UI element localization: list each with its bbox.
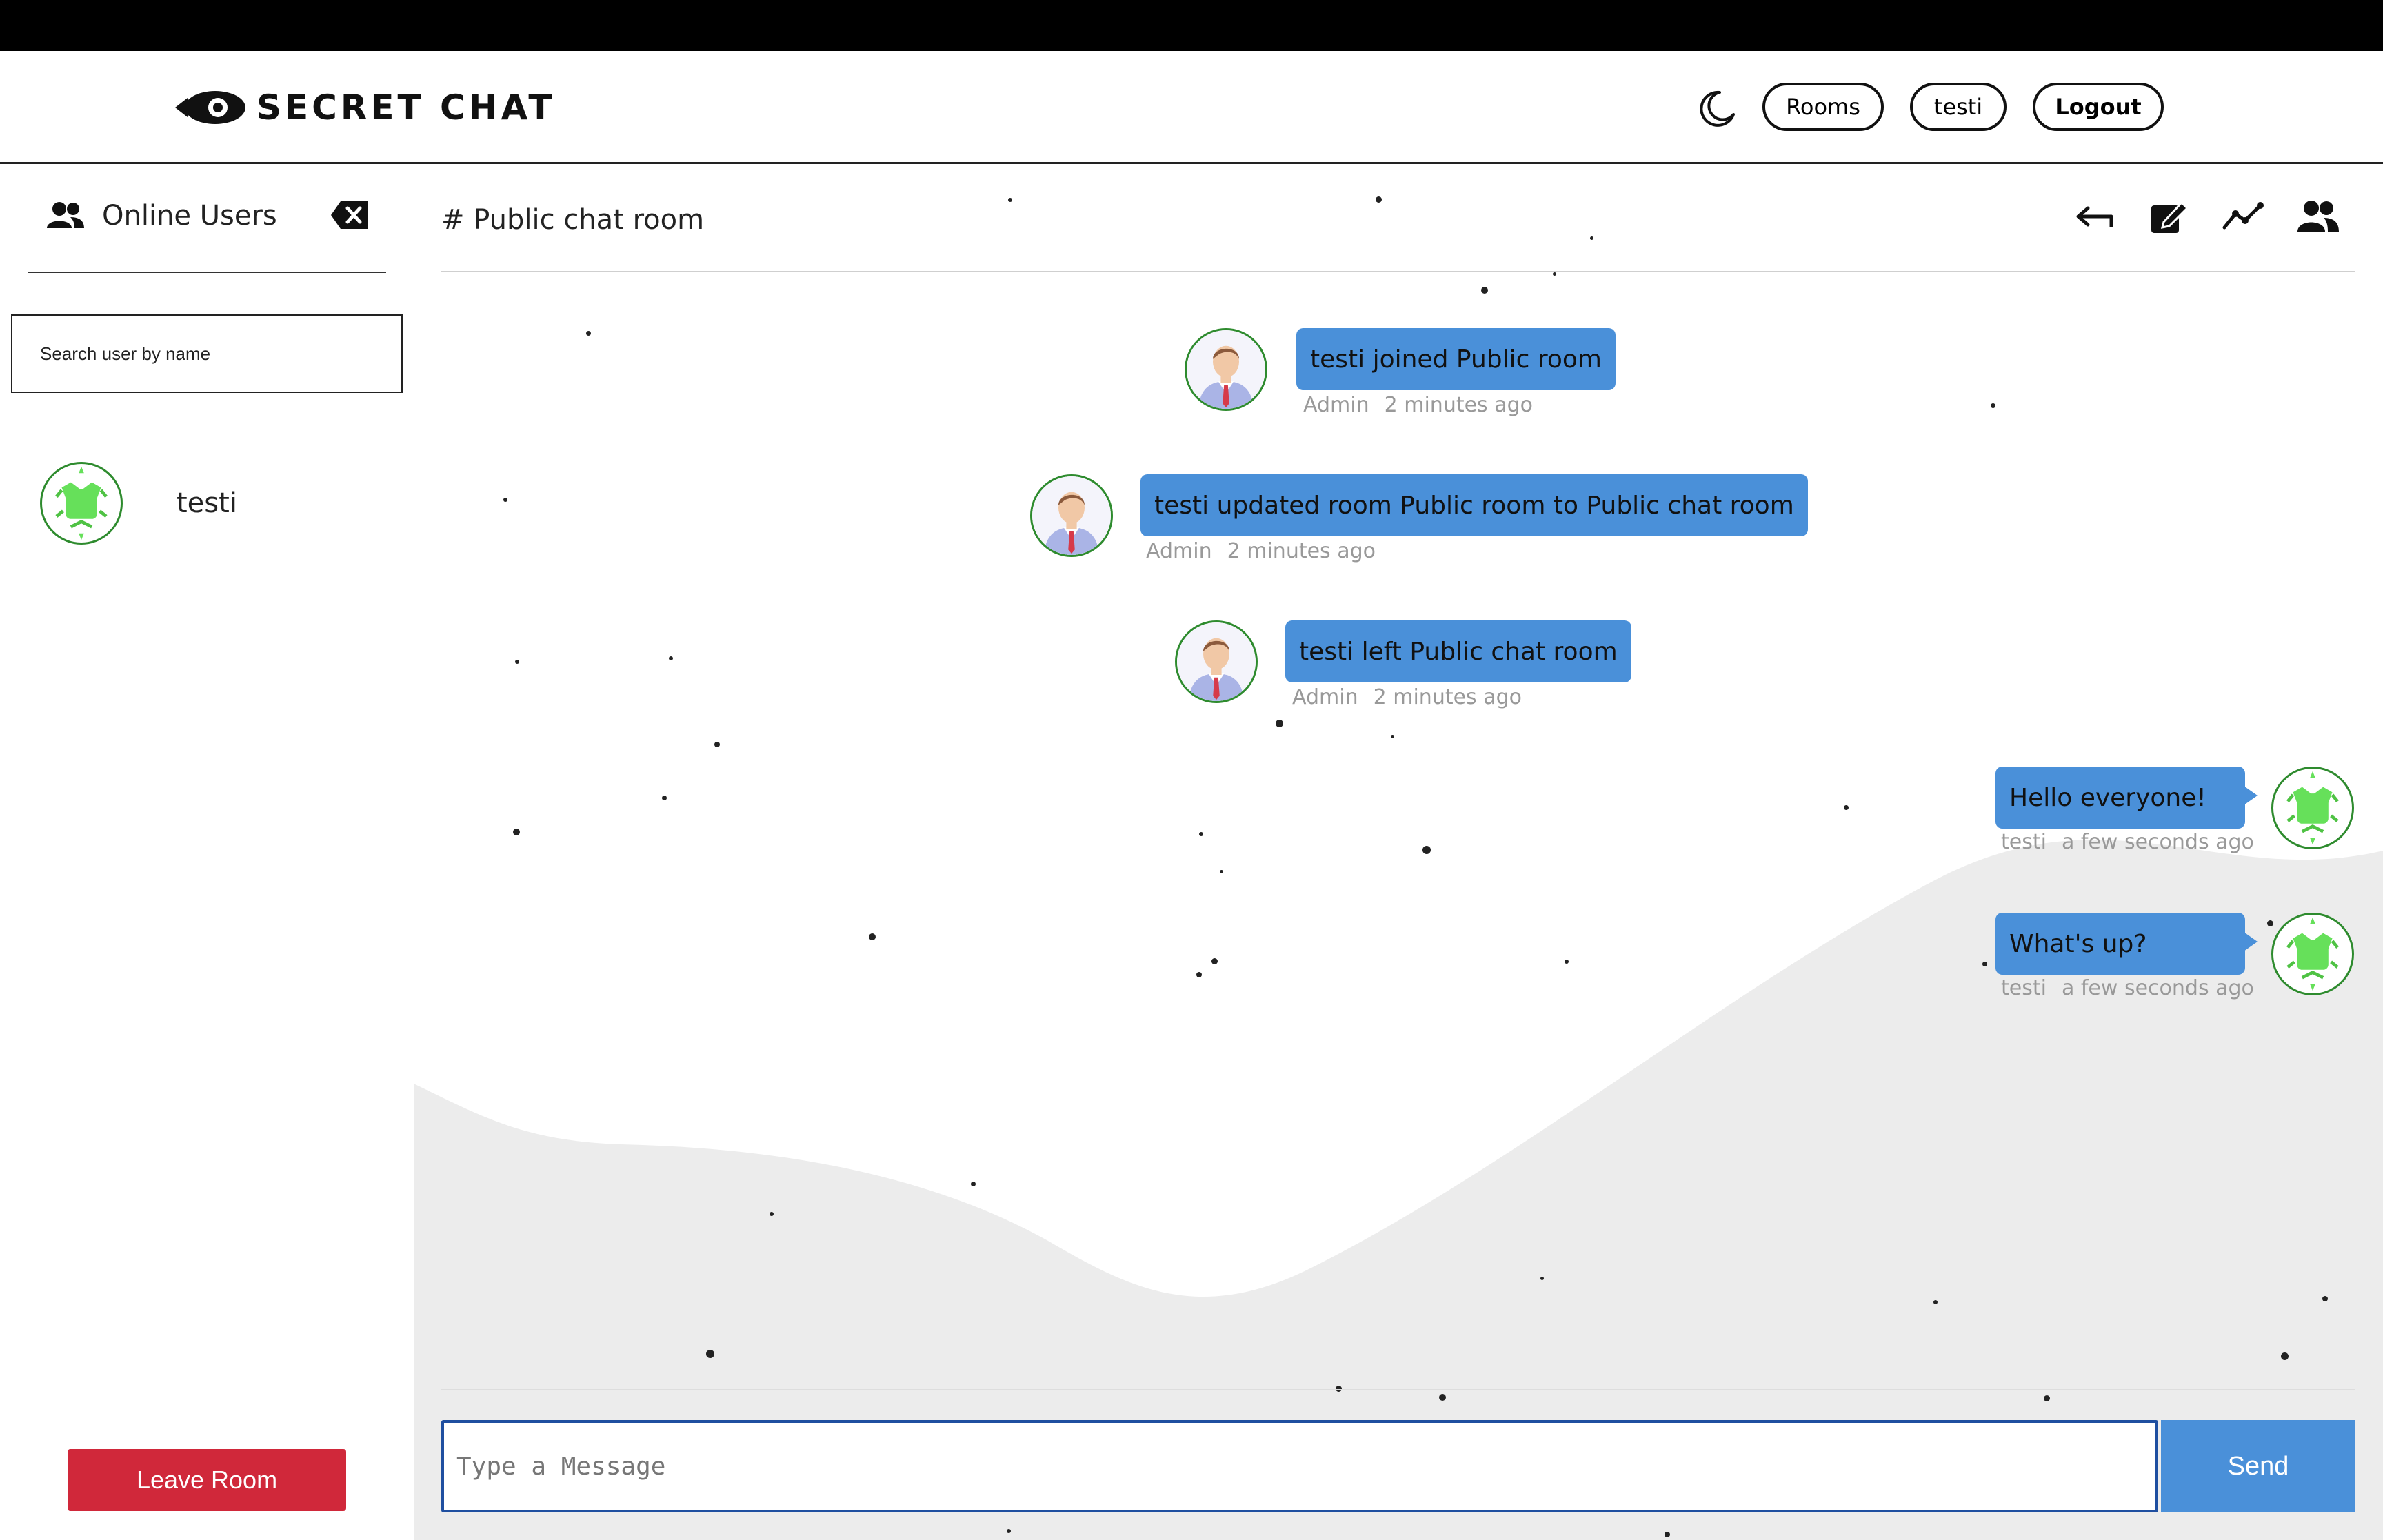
users-icon	[47, 202, 84, 228]
chart-line-icon	[2222, 202, 2264, 230]
message-bubble: testi updated room Public room to Public…	[1140, 474, 1808, 536]
online-users-sidebar: Online Users testi Leave Room	[0, 165, 414, 1540]
online-users-header: Online Users	[46, 200, 277, 232]
star-dot	[586, 331, 591, 336]
star-dot	[1376, 196, 1382, 203]
avatar	[2271, 913, 2354, 995]
rooms-button[interactable]: Rooms	[1762, 83, 1884, 131]
room-title: # Public chat room	[441, 204, 705, 236]
star-dot	[770, 1212, 774, 1216]
star-dot	[706, 1350, 714, 1358]
sidebar-divider	[28, 272, 386, 273]
stats-button[interactable]	[2222, 196, 2264, 239]
edit-icon	[2151, 201, 2189, 233]
message-time: a few seconds ago	[2061, 976, 2254, 1000]
moon-icon[interactable]	[1696, 88, 1738, 130]
send-button[interactable]: Send	[2161, 1420, 2355, 1512]
edit-room-button[interactable]	[2147, 196, 2190, 239]
star-dot	[1391, 735, 1394, 738]
star-dot	[513, 829, 520, 835]
star-dot	[1665, 1532, 1670, 1537]
star-dot	[1196, 972, 1202, 977]
star-dot	[1540, 1277, 1544, 1280]
message-author: Admin	[1292, 685, 1358, 709]
star-dot	[1199, 832, 1203, 836]
search-user-input[interactable]	[11, 314, 403, 393]
admin-avatar	[1030, 474, 1113, 557]
online-users-title: Online Users	[102, 200, 277, 232]
message-meta: Admin 2 minutes ago	[1146, 539, 1376, 563]
message-meta: testi a few seconds ago	[2001, 830, 2254, 854]
back-button[interactable]	[2073, 196, 2115, 239]
chat-main: # Public chat room testi joined Public r…	[414, 165, 2383, 1540]
star-dot	[869, 933, 876, 940]
user-profile-button[interactable]: testi	[1910, 83, 2007, 131]
online-user-name: testi	[177, 487, 237, 519]
message-meta: Admin 2 minutes ago	[1303, 393, 1533, 417]
leave-room-button[interactable]: Leave Room	[68, 1449, 346, 1511]
online-user-item[interactable]: testi	[40, 462, 237, 545]
message-bubble: testi left Public chat room	[1285, 620, 1631, 682]
room-header-divider	[441, 271, 2355, 272]
star-dot	[1982, 962, 1987, 966]
back-arrow-icon	[2076, 206, 2113, 227]
rocket-eye-icon	[175, 91, 245, 124]
star-dot	[1590, 236, 1593, 240]
star-dot	[515, 660, 519, 664]
star-dot	[2044, 1395, 2050, 1401]
star-dot	[503, 498, 507, 502]
message-author: Admin	[1303, 393, 1369, 417]
message-meta: Admin 2 minutes ago	[1292, 685, 1522, 709]
admin-avatar	[1185, 328, 1267, 411]
star-dot	[971, 1182, 976, 1186]
star-dot	[2281, 1352, 2289, 1360]
message-bubble: testi joined Public room	[1296, 328, 1616, 390]
star-dot	[1008, 198, 1012, 202]
star-dot	[1553, 272, 1556, 276]
users-icon	[2297, 201, 2339, 232]
message-time: 2 minutes ago	[1373, 685, 1522, 709]
message-input[interactable]	[441, 1420, 2158, 1512]
message-time: a few seconds ago	[2061, 830, 2254, 854]
navbar: SECRET CHAT Rooms testi Logout	[0, 51, 2383, 164]
star-dot	[1481, 287, 1488, 294]
window-top-bar	[0, 0, 2383, 51]
star-dot	[1933, 1300, 1938, 1304]
members-button[interactable]	[2296, 196, 2339, 239]
message-author: Admin	[1146, 539, 1212, 563]
avatar	[40, 462, 123, 545]
star-dot	[2322, 1296, 2328, 1301]
message-meta: testi a few seconds ago	[2001, 976, 2254, 1000]
avatar	[2271, 767, 2354, 849]
logout-button[interactable]: Logout	[2033, 83, 2164, 131]
star-dot	[669, 656, 673, 660]
message-bubble: What's up?	[1995, 913, 2258, 975]
star-dot	[714, 742, 720, 747]
star-dot	[1422, 846, 1431, 854]
composer-divider	[441, 1389, 2355, 1390]
star-dot	[1007, 1529, 1011, 1533]
star-dot	[1439, 1394, 1446, 1401]
message-time: 2 minutes ago	[1384, 393, 1534, 417]
brand-title: SECRET CHAT	[257, 88, 556, 128]
star-dot	[2267, 920, 2273, 926]
brand[interactable]: SECRET CHAT	[172, 87, 556, 128]
message-bubble: Hello everyone!	[1995, 767, 2258, 829]
star-dot	[1991, 403, 1995, 408]
star-dot	[1211, 958, 1218, 964]
message-time: 2 minutes ago	[1227, 539, 1376, 563]
star-dot	[1844, 805, 1849, 810]
backspace-x-icon[interactable]	[330, 200, 370, 230]
message-author: testi	[2001, 830, 2047, 854]
star-dot	[1220, 870, 1223, 873]
star-dot	[1276, 720, 1283, 727]
star-dot	[662, 796, 667, 800]
message-author: testi	[2001, 976, 2047, 1000]
star-dot	[1565, 960, 1569, 964]
admin-avatar	[1175, 620, 1258, 703]
